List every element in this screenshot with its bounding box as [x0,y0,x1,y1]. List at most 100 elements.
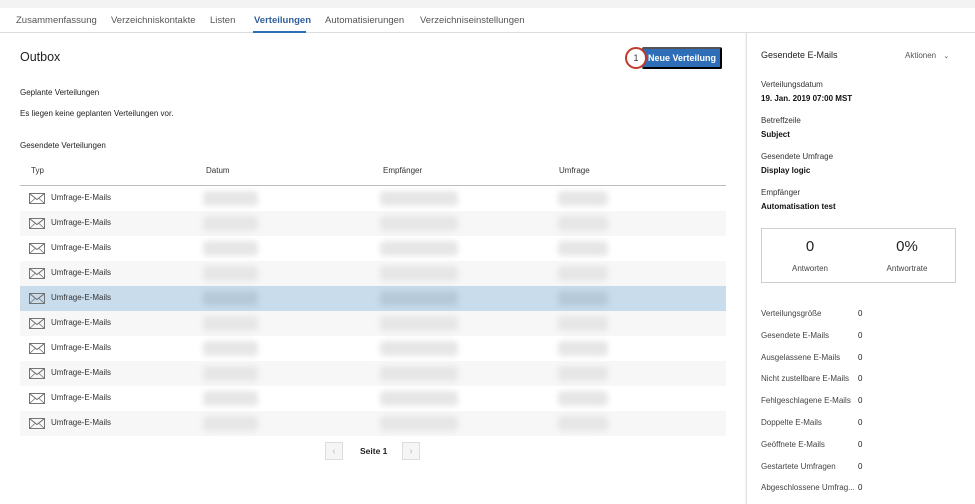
tab-verteilungen[interactable]: Verteilungen [254,15,311,26]
next-page-button[interactable]: › [402,442,420,460]
redacted-survey [558,291,608,306]
subject-label: Betreffzeile [761,116,801,125]
redacted-survey [558,366,608,381]
table-row[interactable]: Umfrage-E-Mails [20,236,726,261]
redacted-recipient [380,416,458,431]
redacted-recipient [380,391,458,406]
table-row[interactable]: Umfrage-E-Mails [20,211,726,236]
redacted-recipient [380,266,458,281]
envelope-icon [29,368,45,379]
metric-row: Abgeschlossene Umfrag... 0 [761,483,971,495]
table-body: Umfrage-E-Mails Umfrage-E-Mails Umfrage-E-… [20,186,726,436]
response-stats-box: 0 Antworten 0% Antwortrate [761,228,956,283]
row-type: Umfrage-E-Mails [51,243,112,252]
redacted-survey [558,216,608,231]
tab-zusammenfassung[interactable]: Zusammenfassung [16,15,97,26]
tab-verzeichniseinstellungen[interactable]: Verzeichniseinstellungen [420,15,525,26]
survey-label: Gesendete Umfrage [761,152,834,161]
new-distribution-button[interactable]: Neue Verteilung [642,47,722,69]
table-row[interactable]: Umfrage-E-Mails [20,261,726,286]
metric-label: Nicht zustellbare E-Mails [761,374,850,384]
redacted-date [203,391,258,406]
tab-automatisierungen[interactable]: Automatisierungen [325,15,404,26]
table-row[interactable]: Umfrage-E-Mails [20,311,726,336]
redacted-date [203,241,258,256]
row-type: Umfrage-E-Mails [51,193,112,202]
metric-row: Fehlgeschlagene E-Mails 0 [761,396,971,408]
metric-value: 0 [858,330,863,340]
metric-row: Verteilungsgröße 0 [761,309,971,321]
metric-label: Fehlgeschlagene E-Mails [761,396,851,406]
metric-row: Nicht zustellbare E-Mails 0 [761,374,971,386]
redacted-survey [558,266,608,281]
redacted-survey [558,416,608,431]
column-header-umfrage[interactable]: Umfrage [559,166,590,175]
column-header-datum[interactable]: Datum [206,166,230,175]
metric-value: 0 [858,483,863,493]
row-type: Umfrage-E-Mails [51,418,112,427]
details-panel: Gesendete E-Mails Aktionen ⌄ Verteilungs… [746,33,975,504]
sent-heading: Gesendete Verteilungen [20,141,106,150]
metric-value: 0 [858,461,863,471]
table-row[interactable]: Umfrage-E-Mails [20,411,726,436]
redacted-survey [558,341,608,356]
row-type: Umfrage-E-Mails [51,318,112,327]
scheduled-heading: Geplante Verteilungen [20,88,100,97]
prev-page-button[interactable]: ‹ [325,442,343,460]
response-rate-label: Antwortrate [886,264,928,273]
metric-value: 0 [858,352,863,362]
redacted-recipient [380,291,458,306]
redacted-date [203,291,258,306]
tab-verzeichniskontakte[interactable]: Verzeichniskontakte [111,15,196,26]
table-row[interactable]: Umfrage-E-Mails [20,386,726,411]
column-header-empfaenger[interactable]: Empfänger [383,166,422,175]
redacted-date [203,341,258,356]
date-label: Verteilungsdatum [761,80,823,89]
row-type: Umfrage-E-Mails [51,293,112,302]
actions-menu[interactable]: Aktionen ⌄ [905,51,949,60]
recipients-value: Automatisation test [761,202,836,211]
envelope-icon [29,418,45,429]
envelope-icon [29,393,45,404]
redacted-recipient [380,191,458,206]
metric-value: 0 [858,418,863,427]
envelope-icon [29,193,45,204]
envelope-icon [29,243,45,254]
redacted-survey [558,316,608,331]
redacted-recipient [380,241,458,256]
redacted-date [203,316,258,331]
tab-bar: Zusammenfassung Verzeichniskontakte List… [0,8,975,33]
metric-label: Verteilungsgröße [761,309,822,318]
row-type: Umfrage-E-Mails [51,393,112,402]
envelope-icon [29,268,45,279]
date-value: 19. Jan. 2019 07:00 MST [761,94,853,103]
row-type: Umfrage-E-Mails [51,343,112,352]
redacted-survey [558,391,608,406]
metric-label: Geöffnete E-Mails [761,439,825,449]
redacted-survey [558,241,608,256]
row-type: Umfrage-E-Mails [51,268,112,277]
metric-value: 0 [858,439,863,449]
actions-label: Aktionen [905,51,937,60]
tab-listen[interactable]: Listen [210,15,235,26]
redacted-date [203,216,258,231]
column-header-typ[interactable]: Typ [31,166,44,175]
table-row[interactable]: Umfrage-E-Mails [20,336,726,361]
metric-value: 0 [858,374,863,384]
survey-value: Display logic [761,166,811,175]
responses-label: Antworten [791,264,829,273]
distributions-table: Typ Datum Empfänger Umfrage Umfrage-E-Ma… [20,159,726,436]
table-row[interactable]: Umfrage-E-Mails [20,286,726,311]
top-strip [0,0,975,8]
table-row[interactable]: Umfrage-E-Mails [20,361,726,386]
table-row[interactable]: Umfrage-E-Mails [20,186,726,211]
metric-label: Abgeschlossene Umfrag... [761,483,855,493]
redacted-survey [558,191,608,206]
metric-label: Gesendete E-Mails [761,330,830,340]
envelope-icon [29,293,45,304]
recipients-label: Empfänger [761,188,801,197]
metric-row: Ausgelassene E-Mails 0 [761,353,971,365]
metric-label: Ausgelassene E-Mails [761,352,841,362]
metric-label: Gestartete Umfragen [761,461,836,471]
envelope-icon [29,318,45,329]
